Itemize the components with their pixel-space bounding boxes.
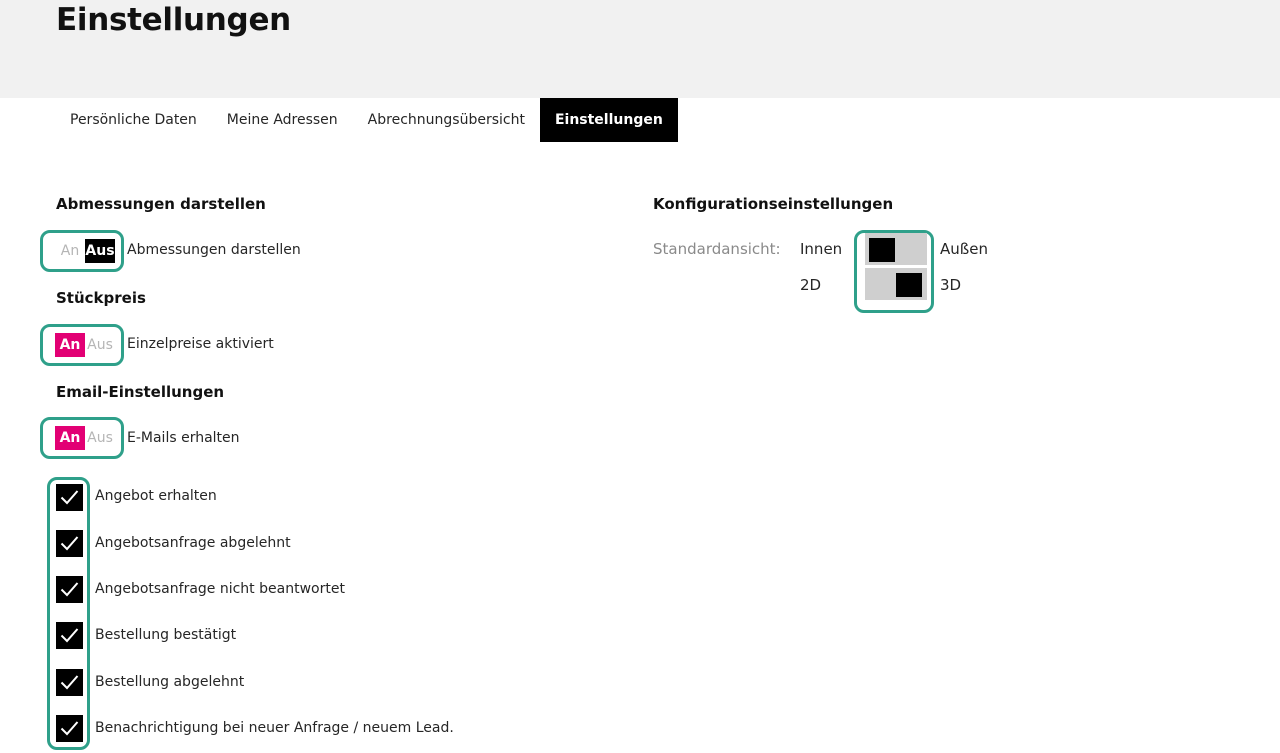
account-tabs: Persönliche Daten Meine Adressen Abrechn… [55, 98, 678, 142]
view-switch-knob [869, 238, 895, 262]
unit-price-section-title: Stückpreis [56, 289, 146, 307]
checkbox-new-request-notification[interactable] [56, 715, 83, 742]
email-toggle-off[interactable]: Aus [85, 426, 115, 450]
dim-option-2d: 2D [800, 276, 822, 294]
tab-personal-data[interactable]: Persönliche Daten [55, 98, 212, 142]
dimensions-toggle[interactable]: An Aus [55, 239, 115, 263]
dimensions-toggle-on[interactable]: An [55, 239, 85, 263]
dim-switch-knob [896, 273, 922, 297]
page-title: Einstellungen [56, 2, 291, 38]
unit-price-toggle-on[interactable]: An [55, 333, 85, 357]
checkbox-label-order-confirmed: Bestellung bestätigt [95, 627, 237, 643]
settings-page: Einstellungen Persönliche Daten Meine Ad… [0, 0, 1280, 753]
email-section-title: Email-Einstellungen [56, 383, 225, 401]
dim-option-3d: 3D [940, 276, 962, 294]
checkbox-label-order-declined: Bestellung abgelehnt [95, 674, 245, 690]
checkbox-offer-received[interactable] [56, 484, 83, 511]
dimensions-section-title: Abmessungen darstellen [56, 195, 266, 213]
unit-price-toggle[interactable]: An Aus [55, 333, 115, 357]
checkbox-order-declined[interactable] [56, 669, 83, 696]
check-icon [60, 536, 79, 551]
tab-billing-overview[interactable]: Abrechnungsübersicht [353, 98, 540, 142]
email-toggle-on[interactable]: An [55, 426, 85, 450]
page-header: Einstellungen [0, 0, 1280, 98]
view-switch-2d-3d[interactable] [865, 268, 927, 300]
email-toggle-label: E-Mails erhalten [127, 430, 240, 446]
check-icon [60, 490, 79, 505]
view-option-inside: Innen [800, 240, 843, 258]
config-section-title: Konfigurationseinstellungen [653, 195, 894, 213]
checkbox-label-offer-received: Angebot erhalten [95, 488, 217, 504]
email-options-highlight [47, 477, 90, 750]
tab-settings[interactable]: Einstellungen [539, 98, 678, 142]
dimensions-toggle-label: Abmessungen darstellen [127, 242, 301, 258]
unit-price-toggle-label: Einzelpreise aktiviert [127, 336, 274, 352]
checkbox-order-confirmed[interactable] [56, 622, 83, 649]
checkbox-label-new-request-notification: Benachrichtigung bei neuer Anfrage / neu… [95, 720, 454, 736]
check-icon [60, 675, 79, 690]
default-view-label: Standardansicht: [653, 240, 781, 258]
view-switch-inside-outside[interactable] [865, 233, 927, 265]
check-icon [60, 721, 79, 736]
tab-my-addresses[interactable]: Meine Adressen [212, 98, 353, 142]
checkbox-label-request-unanswered: Angebotsanfrage nicht beantwortet [95, 581, 345, 597]
checkbox-request-unanswered[interactable] [56, 576, 83, 603]
dimensions-toggle-off[interactable]: Aus [85, 239, 115, 263]
unit-price-toggle-off[interactable]: Aus [85, 333, 115, 357]
checkbox-label-request-declined: Angebotsanfrage abgelehnt [95, 535, 291, 551]
check-icon [60, 582, 79, 597]
email-toggle[interactable]: An Aus [55, 426, 115, 450]
check-icon [60, 628, 79, 643]
view-option-outside: Außen [940, 240, 988, 258]
checkbox-request-declined[interactable] [56, 530, 83, 557]
